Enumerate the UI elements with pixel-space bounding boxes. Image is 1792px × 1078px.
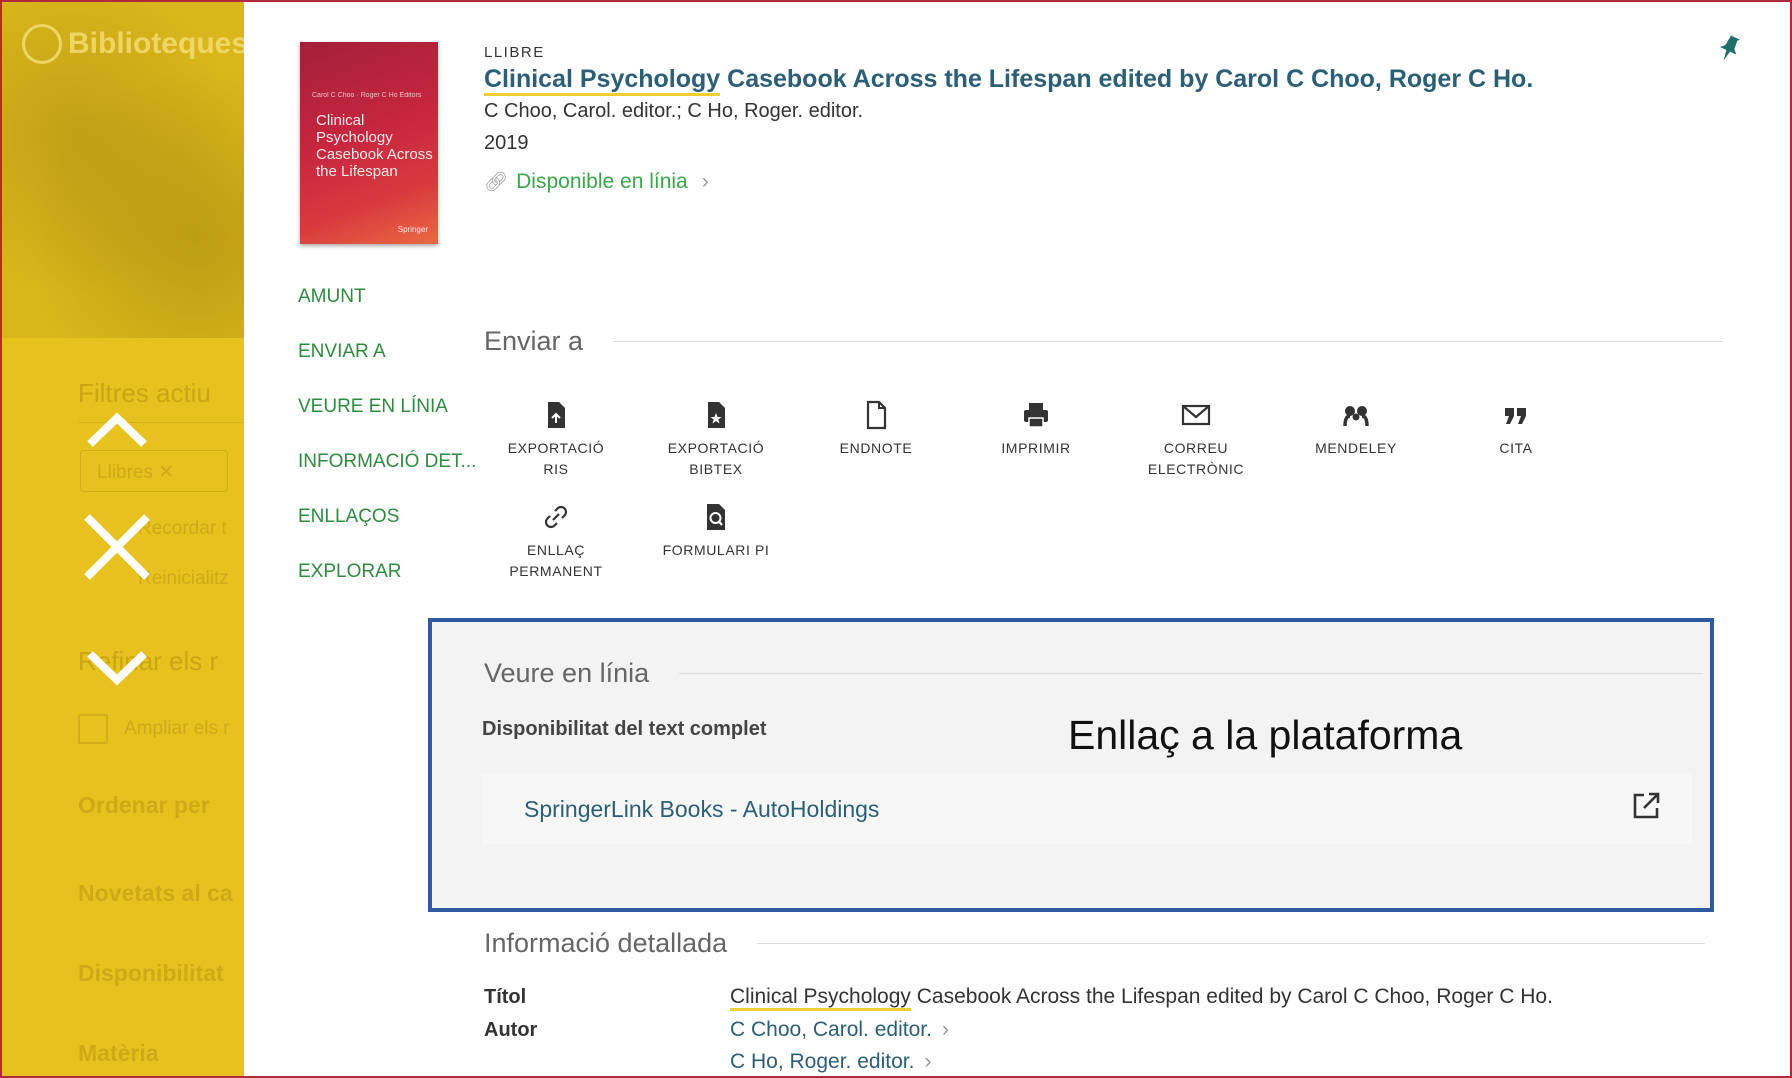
availability-link[interactable]: 🔗︎ Disponible en línia › [484, 170, 709, 194]
section-nav-top[interactable]: AMUNT [298, 286, 476, 341]
envelope-icon [1181, 404, 1211, 426]
mendeley-icon [1343, 406, 1369, 427]
pin-icon[interactable] [1716, 34, 1742, 64]
email-button[interactable]: CORREU ELECTRÒNIC [1116, 398, 1276, 480]
section-nav-explore[interactable]: EXPLORAR [298, 561, 476, 616]
request-form-label: FORMULARI PI [662, 542, 770, 558]
cover-title: Clinical Psychology Casebook Across the … [316, 112, 433, 180]
full-text-availability-label: Disponibilitat del text complet [482, 718, 767, 740]
cite-label: CITA [1499, 440, 1533, 456]
subject-facet-label: Matèria [78, 1040, 159, 1066]
author-link-1[interactable]: C Choo, Carol. editor. › [730, 1018, 949, 1042]
library-logo-text: Biblioteques [68, 27, 244, 60]
permalink-button[interactable]: ENLLAÇ PERMANENT [476, 500, 636, 582]
search-document-icon [707, 504, 725, 530]
chevron-up-icon [87, 412, 147, 447]
online-service-row[interactable]: SpringerLink Books - AutoHoldings [482, 774, 1692, 844]
cover-publisher: Springer [397, 225, 428, 234]
title-field-label: Títol [484, 986, 527, 1008]
endnote-button[interactable]: ENDNOTE [796, 398, 956, 459]
springerlink-link[interactable]: SpringerLink Books - AutoHoldings [524, 796, 879, 823]
title-rest: Casebook Across the Lifespan edited by C… [720, 65, 1534, 93]
print-button[interactable]: IMPRIMIR [956, 398, 1116, 459]
link-icon: 🔗︎ [484, 172, 509, 193]
divider [757, 943, 1706, 944]
expand-label: Ampliar els r [124, 718, 230, 739]
author-name-2: C Ho, Roger. editor. [730, 1050, 915, 1073]
close-icon [84, 514, 150, 580]
export-bibtex-label-1: EXPORTACIÓ [667, 440, 765, 456]
export-ris-button[interactable]: EXPORTACIÓ RIS [476, 398, 636, 480]
new-label: Novetats al ca [78, 880, 233, 906]
export-bibtex-label-2: BIBTEX [689, 461, 743, 477]
record-year: 2019 [484, 132, 529, 154]
document-icon [866, 400, 887, 430]
divider [679, 673, 1704, 674]
export-ris-label-1: EXPORTACIÓ [507, 440, 605, 456]
record-detail-panel: Carol C Choo · Roger C Ho Editors Clinic… [244, 8, 1790, 1076]
section-nav: AMUNT ENVIAR A VEURE EN LÍNIA INFORMACIÓ… [298, 286, 476, 616]
external-link-icon[interactable] [1630, 790, 1662, 822]
mendeley-label: MENDELEY [1315, 440, 1397, 456]
record-title[interactable]: Clinical Psychology Casebook Across the … [484, 65, 1534, 96]
previous-record-button[interactable] [82, 398, 152, 468]
author-field-label: Autor [484, 1019, 538, 1041]
library-logo: Biblioteques [22, 24, 244, 64]
chevron-right-icon: › [941, 1018, 949, 1041]
send-to-heading-text: Enviar a [484, 326, 584, 356]
cite-button[interactable]: CITA [1436, 398, 1596, 459]
export-file-icon [708, 402, 725, 428]
details-heading-text: Informació detallada [484, 928, 728, 958]
online-heading-text: Veure en línia [484, 658, 650, 688]
printer-icon [1024, 403, 1048, 428]
record-type: LLIBRE [484, 44, 545, 61]
email-label-1: CORREU [1163, 440, 1229, 456]
chevron-right-icon: › [924, 1050, 932, 1073]
email-label-2: ELECTRÒNIC [1147, 461, 1245, 477]
sort-label: Ordenar per [78, 792, 210, 818]
export-ris-label-2: RIS [543, 461, 569, 477]
send-to-heading: Enviar a [484, 326, 1724, 357]
title-highlight: Clinical Psychology [484, 65, 721, 96]
export-bibtex-button[interactable]: EXPORTACIÓ BIBTEX [636, 398, 796, 480]
book-cover[interactable]: Carol C Choo · Roger C Ho Editors Clinic… [300, 42, 438, 244]
background-sidebar: Biblioteques Filtres actiu Llibres ✕ Rec… [2, 2, 244, 1076]
section-nav-online[interactable]: VEURE EN LÍNIA [298, 396, 476, 451]
chevron-down-icon [87, 651, 147, 686]
expand-checkbox [78, 714, 108, 744]
section-nav-send-to[interactable]: ENVIAR A [298, 341, 476, 396]
export-file-icon [548, 402, 565, 428]
record-authors: C Choo, Carol. editor.; C Ho, Roger. edi… [484, 100, 864, 122]
online-heading: Veure en línia [484, 658, 1704, 689]
globe-icon [22, 24, 62, 64]
section-nav-links[interactable]: ENLLAÇOS [298, 506, 476, 561]
section-nav-details[interactable]: INFORMACIÓ DET... [298, 451, 476, 506]
permalink-label-2: PERMANENT [509, 563, 603, 579]
online-access-section: Veure en línia Disponibilitat del text c… [428, 618, 1714, 912]
title-field-value: Clinical Psychology Casebook Across the … [730, 985, 1553, 1011]
platform-link-callout: Enllaç a la plataforma [1068, 712, 1463, 758]
author-name-1: C Choo, Carol. editor. [730, 1018, 932, 1041]
print-label: IMPRIMIR [1001, 440, 1071, 456]
request-form-button[interactable]: FORMULARI PI [636, 500, 796, 561]
close-record-button[interactable] [82, 512, 152, 582]
endnote-label: ENDNOTE [839, 440, 913, 456]
cover-authors: Carol C Choo · Roger C Ho Editors [312, 92, 422, 99]
quote-icon [1505, 408, 1526, 424]
details-heading: Informació detallada [484, 928, 1706, 959]
author-link-2[interactable]: C Ho, Roger. editor. › [730, 1050, 931, 1074]
mendeley-button[interactable]: MENDELEY [1276, 398, 1436, 459]
title-field-highlight: Clinical Psychology [730, 985, 911, 1011]
availability-facet-label: Disponibilitat [78, 960, 224, 986]
permalink-label-1: ENLLAÇ [526, 542, 586, 558]
title-field-rest: Casebook Across the Lifespan edited by C… [910, 985, 1553, 1008]
link-icon [544, 505, 568, 529]
availability-text: Disponible en línia [516, 170, 688, 193]
next-record-button[interactable] [82, 632, 152, 702]
chevron-right-icon: › [701, 170, 709, 193]
divider [613, 341, 1724, 342]
